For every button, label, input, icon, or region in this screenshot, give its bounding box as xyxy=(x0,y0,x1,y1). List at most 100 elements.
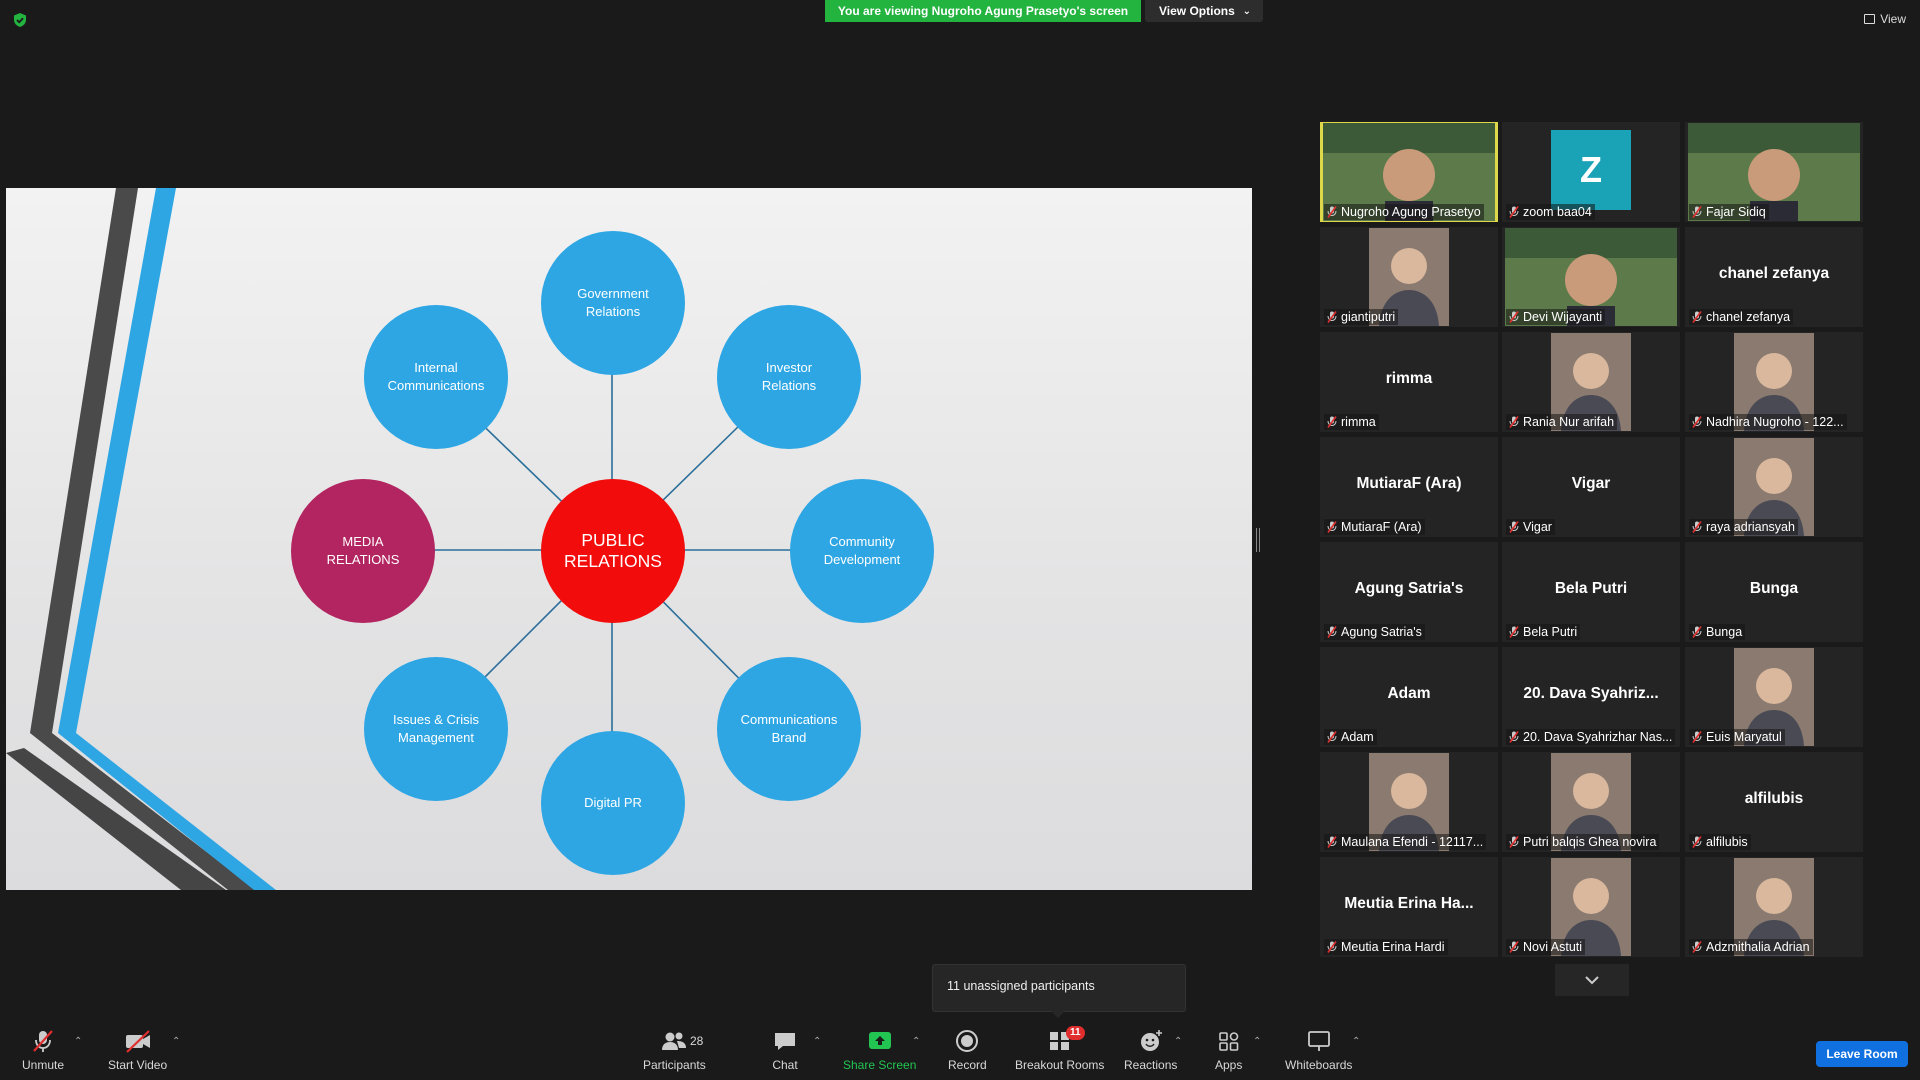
view-button[interactable]: View xyxy=(1864,12,1906,26)
participant-name: Vigar xyxy=(1523,520,1552,534)
chat-label: Chat xyxy=(772,1058,798,1072)
participant-name-label: Novi Astuti xyxy=(1506,939,1586,955)
participant-name: Nadhira Nugroho - 122... xyxy=(1706,415,1844,429)
node-communications-brand: Communications Brand xyxy=(717,657,861,801)
participant-display-name: Bunga xyxy=(1749,580,1799,597)
view-options-button[interactable]: View Options ⌄ xyxy=(1145,0,1263,22)
participant-tile[interactable]: 20. Dava Syahriz... 20. Dava Syahrizhar N… xyxy=(1502,647,1680,747)
participant-name-label: rimma xyxy=(1324,414,1379,430)
share-options-caret[interactable]: ⌃ xyxy=(912,1036,920,1047)
chevron-down-icon: ⌄ xyxy=(1242,5,1251,17)
video-camera-off-icon xyxy=(125,1030,150,1053)
participant-tile[interactable]: Novi Astuti xyxy=(1502,857,1680,957)
participant-tile[interactable]: Fajar Sidiq xyxy=(1685,122,1863,222)
participant-tile[interactable]: alfilubis alfilubis xyxy=(1685,752,1863,852)
participant-name-label: chanel zefanya xyxy=(1689,309,1794,325)
participant-tile[interactable]: Euis Maryatul xyxy=(1685,647,1863,747)
participant-name: Meutia Erina Hardi xyxy=(1341,940,1445,954)
gallery-scroll-down-button[interactable] xyxy=(1555,964,1629,996)
whiteboards-options-caret[interactable]: ⌃ xyxy=(1352,1036,1360,1047)
audio-options-caret[interactable]: ⌃ xyxy=(74,1036,82,1047)
participant-tile[interactable]: raya adriansyah xyxy=(1685,437,1863,537)
participant-display-name: chanel zefanya xyxy=(1718,265,1830,282)
whiteboards-button[interactable]: Whiteboards xyxy=(1285,1028,1352,1072)
share-screen-button[interactable]: Share Screen xyxy=(843,1028,916,1072)
participant-name: Adam xyxy=(1341,730,1374,744)
unassigned-participants-tooltip[interactable]: 11 unassigned participants xyxy=(932,964,1186,1018)
apps-options-caret[interactable]: ⌃ xyxy=(1253,1036,1261,1047)
participant-tile[interactable]: Adam Adam xyxy=(1320,647,1498,747)
viewing-screen-banner: You are viewing Nugroho Agung Prasetyo's… xyxy=(825,0,1141,22)
microphone-muted-icon xyxy=(1509,206,1519,218)
participant-tile[interactable]: Bela Putri Bela Putri xyxy=(1502,542,1680,642)
participant-tile[interactable]: Agung Satria's Agung Satria's xyxy=(1320,542,1498,642)
participant-name-label: Euis Maryatul xyxy=(1689,729,1785,745)
participant-name-label: Rania Nur arifah xyxy=(1506,414,1618,430)
unmute-label: Unmute xyxy=(22,1058,65,1072)
participant-name: Adzmithalia Adrian xyxy=(1706,940,1810,954)
participant-name-label: Bunga xyxy=(1689,624,1746,640)
participant-name-label: Adzmithalia Adrian xyxy=(1689,939,1813,955)
participant-name: 20. Dava Syahrizhar Nas... xyxy=(1523,730,1673,744)
apps-label: Apps xyxy=(1215,1058,1243,1072)
participant-tile[interactable]: Nugroho Agung Prasetyo xyxy=(1320,122,1498,222)
reactions-button[interactable]: Reactions xyxy=(1124,1028,1177,1072)
participant-tile[interactable]: Nadhira Nugroho - 122... xyxy=(1685,332,1863,432)
participant-tile[interactable]: Maulana Efendi - 12117... xyxy=(1320,752,1498,852)
participant-tile[interactable]: rimma rimma xyxy=(1320,332,1498,432)
reactions-options-caret[interactable]: ⌃ xyxy=(1174,1036,1182,1047)
chat-bubble-icon xyxy=(775,1033,795,1050)
start-video-button[interactable]: Start Video xyxy=(108,1028,167,1072)
participant-name: Agung Satria's xyxy=(1341,625,1422,639)
participant-tile[interactable]: Rania Nur arifah xyxy=(1502,332,1680,432)
node-government-relations: Government Relations xyxy=(541,231,685,375)
participant-tile[interactable]: Meutia Erina Ha... Meutia Erina Hardi xyxy=(1320,857,1498,957)
security-shield-icon[interactable] xyxy=(12,12,28,28)
reactions-label: Reactions xyxy=(1124,1058,1178,1072)
participant-tile[interactable]: Vigar Vigar xyxy=(1502,437,1680,537)
microphone-muted-icon xyxy=(1327,941,1337,953)
participant-tile[interactable]: chanel zefanya chanel zefanya xyxy=(1685,227,1863,327)
microphone-muted-icon xyxy=(1692,206,1702,218)
participant-display-name: Meutia Erina Ha... xyxy=(1344,895,1474,912)
participant-name: Rania Nur arifah xyxy=(1523,415,1615,429)
node-media-relations: MEDIA RELATIONS xyxy=(291,479,435,623)
participant-tile[interactable]: Putri balqis Ghea novira xyxy=(1502,752,1680,852)
chat-button[interactable]: Chat xyxy=(772,1028,798,1072)
chevron-down-icon xyxy=(1585,976,1599,985)
record-label: Record xyxy=(948,1058,987,1072)
microphone-muted-icon xyxy=(1692,731,1702,743)
participant-tile[interactable]: giantiputri xyxy=(1320,227,1498,327)
microphone-muted-icon xyxy=(1327,836,1337,848)
participant-name: Fajar Sidiq xyxy=(1706,205,1766,219)
apps-button[interactable]: Apps xyxy=(1215,1028,1242,1072)
participant-name-label: Putri balqis Ghea novira xyxy=(1506,834,1660,850)
participant-display-name: rimma xyxy=(1385,370,1433,387)
smiley-reaction-icon xyxy=(1140,1030,1162,1051)
participant-tile[interactable]: MutiaraF (Ara) MutiaraF (Ara) xyxy=(1320,437,1498,537)
participant-name-label: Vigar xyxy=(1506,519,1555,535)
apps-icon xyxy=(1218,1032,1238,1051)
chat-options-caret[interactable]: ⌃ xyxy=(813,1036,821,1047)
participant-tile[interactable]: Bunga Bunga xyxy=(1685,542,1863,642)
unmute-button[interactable]: Unmute xyxy=(22,1028,64,1072)
microphone-muted-icon xyxy=(1509,731,1519,743)
participant-name: raya adriansyah xyxy=(1706,520,1795,534)
leave-room-button[interactable]: Leave Room xyxy=(1816,1041,1908,1067)
participant-tile[interactable]: Adzmithalia Adrian xyxy=(1685,857,1863,957)
participant-name-label: zoom baa04 xyxy=(1506,204,1595,220)
microphone-muted-icon xyxy=(1509,521,1519,533)
participant-tile[interactable]: Devi Wijayanti xyxy=(1502,227,1680,327)
resize-handle[interactable] xyxy=(1256,528,1260,552)
breakout-rooms-button[interactable]: Breakout Rooms xyxy=(1015,1028,1104,1072)
participant-name-label: Nadhira Nugroho - 122... xyxy=(1689,414,1847,430)
microphone-muted-icon xyxy=(1509,626,1519,638)
participant-display-name: MutiaraF (Ara) xyxy=(1356,475,1462,492)
participant-tile[interactable]: Zzoom baa04 xyxy=(1502,122,1680,222)
grid-view-icon xyxy=(1864,14,1876,24)
node-public-relations: PUBLIC RELATIONS xyxy=(541,479,685,623)
video-options-caret[interactable]: ⌃ xyxy=(172,1036,180,1047)
record-button[interactable]: Record xyxy=(948,1028,987,1072)
view-options-label: View Options xyxy=(1159,4,1235,18)
node-digital-pr: Digital PR xyxy=(541,731,685,875)
